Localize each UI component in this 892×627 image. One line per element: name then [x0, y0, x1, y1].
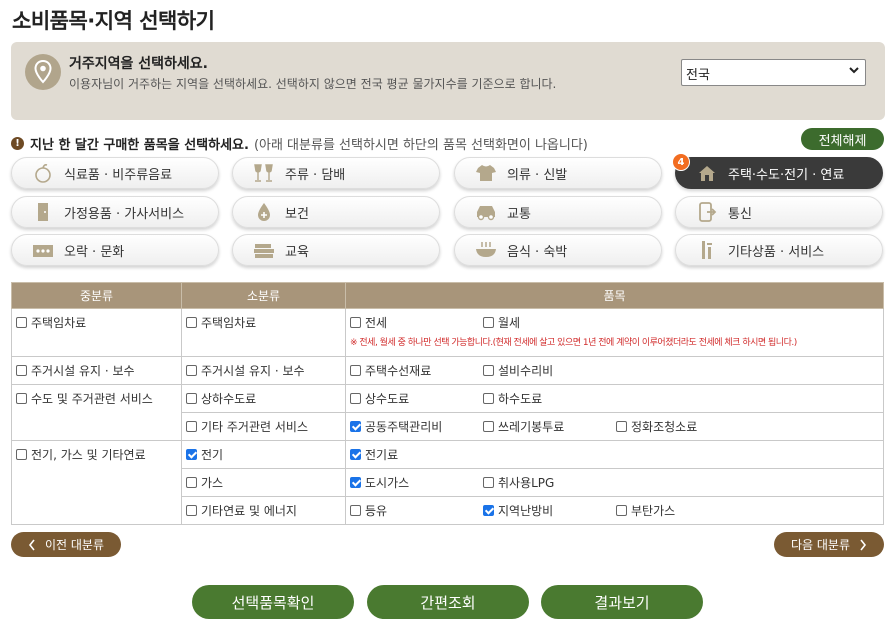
category-household[interactable]: 가정용품 · 가사서비스	[11, 196, 219, 228]
table-row: 주택임차료 주택임차료 전세 월세 ※ 전세, 월세 중 하나만 선택 가능합니다…	[11, 308, 884, 357]
category-education[interactable]: 교육	[232, 234, 440, 266]
category-label: 통신	[728, 206, 752, 222]
item-checkbox-city-gas[interactable]: 도시가스	[350, 474, 483, 491]
sub-checkbox-water-sewer[interactable]: 상하수도료	[186, 390, 256, 407]
region-panel: 거주지역을 선택하세요. 이용자님이 거주하는 지역을 선택하세요. 선택하지 …	[11, 42, 885, 120]
category-label: 보건	[285, 206, 309, 222]
bowl-icon	[473, 239, 499, 261]
category-communication[interactable]: 통신	[675, 196, 883, 228]
category-label: 주택·수도·전기 · 연료	[728, 167, 845, 183]
sub-checkbox-other-fuel[interactable]: 기타연료 및 에너지	[186, 502, 297, 519]
category-misc[interactable]: 기타상품 · 서비스	[675, 234, 883, 266]
chevron-left-icon	[28, 539, 36, 551]
wine-glasses-icon	[251, 162, 277, 184]
item-checkbox-sewer[interactable]: 하수도료	[483, 390, 542, 407]
item-checkbox-water[interactable]: 상수도료	[350, 390, 483, 407]
car-icon	[473, 201, 499, 223]
item-checkbox-apartment-mgmt[interactable]: 공동주택관리비	[350, 418, 483, 435]
chevron-down-icon	[848, 63, 860, 80]
table-row: 전기, 가스 및 기타연료 전기 전기료	[11, 440, 884, 525]
column-header: 소분류	[181, 282, 346, 309]
drop-icon	[251, 201, 277, 223]
sub-checkbox-electricity[interactable]: 전기	[186, 446, 223, 463]
category-label: 주류 · 담배	[285, 167, 346, 183]
instruction-sub: (아래 대분류를 선택하시면 하단의 품목 선택화면이 나옵니다)	[253, 138, 588, 153]
shirt-icon	[473, 162, 499, 184]
category-housing[interactable]: 4 주택·수도·전기 · 연료	[672, 153, 883, 189]
view-results-button[interactable]: 결과보기	[541, 585, 703, 619]
rent-note: ※ 전세, 월세 중 하나만 선택 가능합니다.(현재 전세에 살고 있으면 1…	[350, 338, 797, 348]
item-checkbox-septic[interactable]: 정화조청소료	[616, 418, 697, 435]
region-heading: 거주지역을 선택하세요.	[69, 56, 208, 72]
location-pin-icon	[25, 54, 61, 90]
category-label: 의류 · 신발	[507, 167, 568, 183]
region-select-value: 전국	[686, 68, 710, 83]
chevron-right-icon	[859, 539, 867, 551]
item-checkbox-wolse[interactable]: 월세	[483, 314, 520, 331]
quick-lookup-button[interactable]: 간편조회	[367, 585, 529, 619]
category-food[interactable]: 식료품 · 비주류음료	[11, 157, 219, 189]
column-header: 품목	[345, 282, 884, 309]
phone-icon	[694, 201, 720, 223]
sub-checkbox-other-housing[interactable]: 기타 주거관련 서비스	[186, 418, 308, 435]
category-label: 식료품 · 비주류음료	[64, 167, 173, 183]
item-checkbox-repair-service[interactable]: 설비수리비	[483, 362, 553, 379]
clear-all-button[interactable]: 전체해제	[801, 128, 884, 150]
category-transport[interactable]: 교통	[454, 196, 662, 228]
confirm-selection-button[interactable]: 선택품목확인	[192, 585, 354, 619]
sub-checkbox-gas[interactable]: 가스	[186, 474, 223, 491]
category-label: 가정용품 · 가사서비스	[64, 206, 185, 222]
tools-icon	[694, 239, 720, 261]
item-checkbox-lpg[interactable]: 취사용LPG	[483, 474, 554, 491]
category-clothing[interactable]: 의류 · 신발	[454, 157, 662, 189]
mid-checkbox-maintenance[interactable]: 주거시설 유지 · 보수	[16, 362, 135, 379]
item-checkbox-kerosene[interactable]: 등유	[350, 502, 483, 519]
books-icon	[251, 239, 277, 261]
column-header: 중분류	[11, 282, 182, 309]
prev-category-button[interactable]: 이전 대분류	[11, 532, 121, 557]
category-health[interactable]: 보건	[232, 196, 440, 228]
category-food-lodging[interactable]: 음식 · 숙박	[454, 234, 662, 266]
info-icon: !	[11, 137, 24, 150]
category-label: 교육	[285, 244, 309, 260]
item-checkbox-trash-bag[interactable]: 쓰레기봉투료	[483, 418, 616, 435]
sub-checkbox-maintenance[interactable]: 주거시설 유지 · 보수	[186, 362, 305, 379]
table-row: 수도 및 주거관련 서비스 상하수도료 상수도료 하수도료	[11, 384, 884, 441]
item-checkbox-electricity[interactable]: 전기료	[350, 446, 398, 463]
sub-checkbox-rent[interactable]: 주택임차료	[186, 314, 256, 331]
item-checkbox-jeonse[interactable]: 전세	[350, 314, 483, 331]
apple-icon	[30, 162, 56, 184]
region-description: 이용자님이 거주하는 지역을 선택하세요. 선택하지 않으면 전국 평균 물가지…	[69, 77, 557, 91]
category-recreation[interactable]: 오락 · 문화	[11, 234, 219, 266]
door-icon	[30, 201, 56, 223]
instruction-line: ! 지난 한 달간 구매한 품목을 선택하세요. (아래 대분류를 선택하시면 …	[11, 134, 588, 153]
mid-checkbox-energy[interactable]: 전기, 가스 및 기타연료	[16, 446, 146, 463]
category-label: 교통	[507, 206, 531, 222]
item-checkbox-butane[interactable]: 부탄가스	[616, 502, 675, 519]
mid-checkbox-water-services[interactable]: 수도 및 주거관련 서비스	[16, 390, 153, 407]
category-label: 기타상품 · 서비스	[728, 244, 825, 260]
category-alcohol[interactable]: 주류 · 담배	[232, 157, 440, 189]
house-icon	[694, 162, 720, 184]
region-select[interactable]: 전국	[681, 59, 866, 86]
category-label: 음식 · 숙박	[507, 244, 568, 260]
page-title: 소비품목·지역 선택하기	[12, 9, 215, 33]
selection-count-badge: 4	[672, 153, 690, 171]
item-selection-table: 중분류 소분류 품목 주택임차료 주택임차료 전세 월세 ※ 전세, 월세 중 하…	[11, 282, 884, 525]
item-checkbox-repair-material[interactable]: 주택수선재료	[350, 362, 483, 379]
table-row: 주거시설 유지 · 보수 주거시설 유지 · 보수 주택수선재료 설비수리비	[11, 356, 884, 385]
theater-icon	[30, 239, 56, 261]
item-checkbox-district-heating[interactable]: 지역난방비	[483, 502, 616, 519]
next-category-button[interactable]: 다음 대분류	[774, 532, 884, 557]
instruction-main: 지난 한 달간 구매한 품목을 선택하세요.	[30, 138, 249, 153]
mid-checkbox-rent[interactable]: 주택임차료	[16, 314, 86, 331]
category-label: 오락 · 문화	[64, 244, 125, 260]
